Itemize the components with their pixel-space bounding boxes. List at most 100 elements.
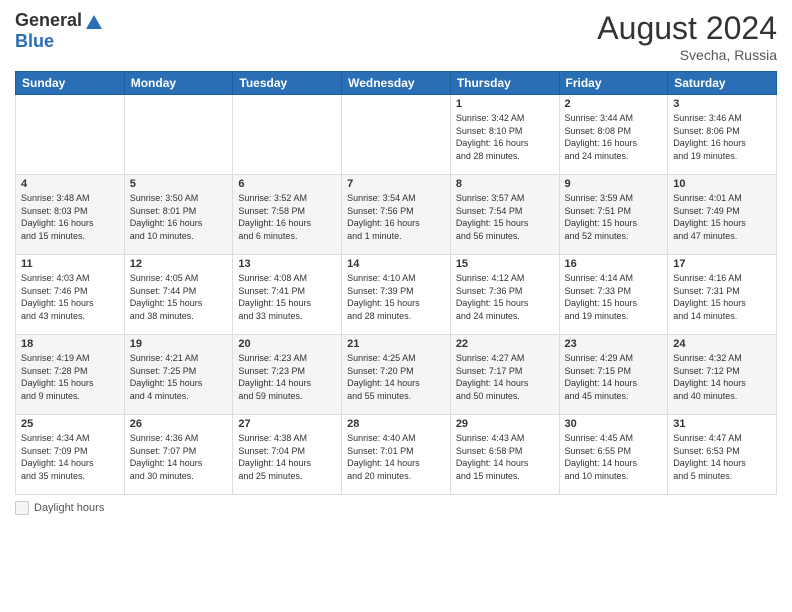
calendar-cell: 8Sunrise: 3:57 AMSunset: 7:54 PMDaylight… bbox=[450, 175, 559, 255]
day-info: Sunrise: 4:16 AMSunset: 7:31 PMDaylight:… bbox=[673, 272, 771, 322]
day-number: 18 bbox=[21, 338, 119, 350]
day-info: Sunrise: 4:23 AMSunset: 7:23 PMDaylight:… bbox=[238, 352, 336, 402]
day-info: Sunrise: 4:03 AMSunset: 7:46 PMDaylight:… bbox=[21, 272, 119, 322]
calendar-week-row: 25Sunrise: 4:34 AMSunset: 7:09 PMDayligh… bbox=[16, 415, 777, 495]
day-number: 24 bbox=[673, 338, 771, 350]
day-number: 22 bbox=[456, 338, 554, 350]
day-info: Sunrise: 3:59 AMSunset: 7:51 PMDaylight:… bbox=[565, 192, 663, 242]
calendar-cell: 27Sunrise: 4:38 AMSunset: 7:04 PMDayligh… bbox=[233, 415, 342, 495]
day-info: Sunrise: 3:50 AMSunset: 8:01 PMDaylight:… bbox=[130, 192, 228, 242]
day-info: Sunrise: 4:14 AMSunset: 7:33 PMDaylight:… bbox=[565, 272, 663, 322]
day-number: 28 bbox=[347, 418, 445, 430]
day-info: Sunrise: 4:40 AMSunset: 7:01 PMDaylight:… bbox=[347, 432, 445, 482]
day-info: Sunrise: 3:52 AMSunset: 7:58 PMDaylight:… bbox=[238, 192, 336, 242]
day-info: Sunrise: 4:32 AMSunset: 7:12 PMDaylight:… bbox=[673, 352, 771, 402]
calendar-cell: 9 Sunrise: 3:59 AMSunset: 7:51 PMDaylight… bbox=[559, 175, 668, 255]
calendar-cell: 5 Sunrise: 3:50 AMSunset: 8:01 PMDaylight… bbox=[124, 175, 233, 255]
day-number: 9 bbox=[565, 178, 663, 190]
logo-blue-text: Blue bbox=[15, 31, 54, 52]
logo-text: General bbox=[15, 10, 104, 31]
day-info: Sunrise: 4:21 AMSunset: 7:25 PMDaylight:… bbox=[130, 352, 228, 402]
page: General Blue August 2024 Svecha, Russia … bbox=[0, 0, 792, 612]
calendar-header-row: SundayMondayTuesdayWednesdayThursdayFrid… bbox=[16, 72, 777, 95]
calendar-week-row: 11 Sunrise: 4:03 AMSunset: 7:46 PMDayligh… bbox=[16, 255, 777, 335]
calendar-cell: 26 Sunrise: 4:36 AMSunset: 7:07 PMDayligh… bbox=[124, 415, 233, 495]
calendar-table: SundayMondayTuesdayWednesdayThursdayFrid… bbox=[15, 71, 777, 495]
calendar-cell: 29 Sunrise: 4:43 AMSunset: 6:58 PMDayligh… bbox=[450, 415, 559, 495]
day-info: Sunrise: 4:12 AMSunset: 7:36 PMDaylight:… bbox=[456, 272, 554, 322]
title-block: August 2024 Svecha, Russia bbox=[597, 10, 777, 63]
day-number: 11 bbox=[21, 258, 119, 270]
legend-label: Daylight hours bbox=[34, 502, 104, 514]
calendar-cell: 30 Sunrise: 4:45 AMSunset: 6:55 PMDayligh… bbox=[559, 415, 668, 495]
day-info: Sunrise: 4:05 AMSunset: 7:44 PMDaylight:… bbox=[130, 272, 228, 322]
day-number: 10 bbox=[673, 178, 771, 190]
day-number: 1 bbox=[456, 98, 554, 110]
day-number: 20 bbox=[238, 338, 336, 350]
day-number: 12 bbox=[130, 258, 228, 270]
calendar-cell: 18Sunrise: 4:19 AMSunset: 7:28 PMDayligh… bbox=[16, 335, 125, 415]
day-info: Sunrise: 4:08 AMSunset: 7:41 PMDaylight:… bbox=[238, 272, 336, 322]
day-number: 4 bbox=[21, 178, 119, 190]
calendar-cell: 12 Sunrise: 4:05 AMSunset: 7:44 PMDayligh… bbox=[124, 255, 233, 335]
day-number: 17 bbox=[673, 258, 771, 270]
calendar-day-header: Monday bbox=[124, 72, 233, 95]
header: General Blue August 2024 Svecha, Russia bbox=[15, 10, 777, 63]
day-number: 21 bbox=[347, 338, 445, 350]
day-number: 3 bbox=[673, 98, 771, 110]
calendar-cell: 28 Sunrise: 4:40 AMSunset: 7:01 PMDayligh… bbox=[342, 415, 451, 495]
calendar-week-row: 1Sunrise: 3:42 AMSunset: 8:10 PMDaylight… bbox=[16, 95, 777, 175]
calendar-week-row: 18Sunrise: 4:19 AMSunset: 7:28 PMDayligh… bbox=[16, 335, 777, 415]
day-number: 6 bbox=[238, 178, 336, 190]
calendar-cell: 25Sunrise: 4:34 AMSunset: 7:09 PMDayligh… bbox=[16, 415, 125, 495]
calendar-cell: 3 Sunrise: 3:46 AMSunset: 8:06 PMDaylight… bbox=[668, 95, 777, 175]
day-number: 26 bbox=[130, 418, 228, 430]
day-number: 29 bbox=[456, 418, 554, 430]
calendar-cell: 16 Sunrise: 4:14 AMSunset: 7:33 PMDayligh… bbox=[559, 255, 668, 335]
calendar-cell: 22 Sunrise: 4:27 AMSunset: 7:17 PMDayligh… bbox=[450, 335, 559, 415]
month-title: August 2024 bbox=[597, 10, 777, 47]
calendar-cell: 17 Sunrise: 4:16 AMSunset: 7:31 PMDayligh… bbox=[668, 255, 777, 335]
calendar-cell: 10 Sunrise: 4:01 AMSunset: 7:49 PMDayligh… bbox=[668, 175, 777, 255]
day-info: Sunrise: 3:57 AMSunset: 7:54 PMDaylight:… bbox=[456, 192, 554, 242]
day-number: 31 bbox=[673, 418, 771, 430]
day-info: Sunrise: 4:43 AMSunset: 6:58 PMDaylight:… bbox=[456, 432, 554, 482]
legend-box bbox=[15, 501, 29, 515]
calendar-cell: 23Sunrise: 4:29 AMSunset: 7:15 PMDayligh… bbox=[559, 335, 668, 415]
day-number: 23 bbox=[565, 338, 663, 350]
location-subtitle: Svecha, Russia bbox=[597, 47, 777, 63]
calendar-cell bbox=[16, 95, 125, 175]
day-info: Sunrise: 4:38 AMSunset: 7:04 PMDaylight:… bbox=[238, 432, 336, 482]
day-info: Sunrise: 4:36 AMSunset: 7:07 PMDaylight:… bbox=[130, 432, 228, 482]
day-info: Sunrise: 3:46 AMSunset: 8:06 PMDaylight:… bbox=[673, 112, 771, 162]
calendar-day-header: Wednesday bbox=[342, 72, 451, 95]
calendar-cell: 13Sunrise: 4:08 AMSunset: 7:41 PMDayligh… bbox=[233, 255, 342, 335]
calendar-cell: 1Sunrise: 3:42 AMSunset: 8:10 PMDaylight… bbox=[450, 95, 559, 175]
calendar-week-row: 4 Sunrise: 3:48 AMSunset: 8:03 PMDaylight… bbox=[16, 175, 777, 255]
day-number: 5 bbox=[130, 178, 228, 190]
calendar-day-header: Saturday bbox=[668, 72, 777, 95]
calendar-cell: 7Sunrise: 3:54 AMSunset: 7:56 PMDaylight… bbox=[342, 175, 451, 255]
calendar-cell: 15Sunrise: 4:12 AMSunset: 7:36 PMDayligh… bbox=[450, 255, 559, 335]
calendar-cell: 2Sunrise: 3:44 AMSunset: 8:08 PMDaylight… bbox=[559, 95, 668, 175]
logo: General Blue bbox=[15, 10, 104, 52]
calendar-cell: 31Sunrise: 4:47 AMSunset: 6:53 PMDayligh… bbox=[668, 415, 777, 495]
logo-general-text: General bbox=[15, 10, 82, 31]
calendar-day-header: Tuesday bbox=[233, 72, 342, 95]
footer: Daylight hours bbox=[15, 501, 777, 515]
day-number: 16 bbox=[565, 258, 663, 270]
day-info: Sunrise: 4:27 AMSunset: 7:17 PMDaylight:… bbox=[456, 352, 554, 402]
calendar-day-header: Friday bbox=[559, 72, 668, 95]
day-info: Sunrise: 4:45 AMSunset: 6:55 PMDaylight:… bbox=[565, 432, 663, 482]
day-info: Sunrise: 3:54 AMSunset: 7:56 PMDaylight:… bbox=[347, 192, 445, 242]
day-info: Sunrise: 4:01 AMSunset: 7:49 PMDaylight:… bbox=[673, 192, 771, 242]
calendar-cell: 24 Sunrise: 4:32 AMSunset: 7:12 PMDayligh… bbox=[668, 335, 777, 415]
day-info: Sunrise: 3:48 AMSunset: 8:03 PMDaylight:… bbox=[21, 192, 119, 242]
calendar-cell bbox=[233, 95, 342, 175]
calendar-cell: 4 Sunrise: 3:48 AMSunset: 8:03 PMDaylight… bbox=[16, 175, 125, 255]
calendar-cell: 20 Sunrise: 4:23 AMSunset: 7:23 PMDayligh… bbox=[233, 335, 342, 415]
day-number: 30 bbox=[565, 418, 663, 430]
calendar-day-header: Thursday bbox=[450, 72, 559, 95]
day-number: 25 bbox=[21, 418, 119, 430]
calendar-cell: 6 Sunrise: 3:52 AMSunset: 7:58 PMDaylight… bbox=[233, 175, 342, 255]
